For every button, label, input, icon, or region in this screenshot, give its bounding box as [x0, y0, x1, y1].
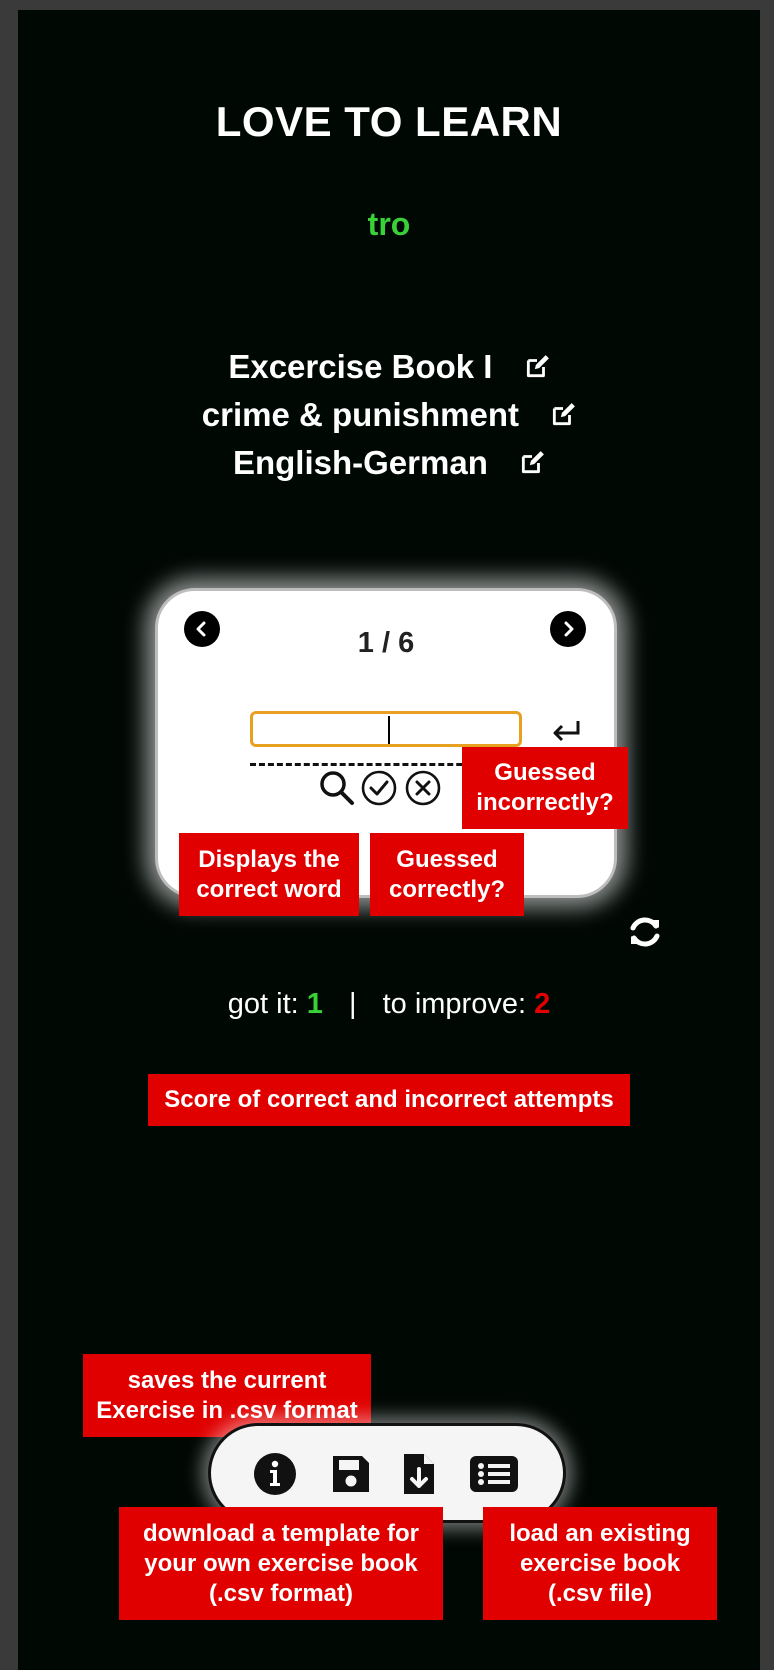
book-name-row: Excercise Book I	[18, 348, 760, 386]
tooltip-score: Score of correct and incorrect attempts	[148, 1074, 630, 1126]
file-download-icon[interactable]	[397, 1452, 441, 1496]
tooltip-displays-word: Displays the correct word	[179, 833, 359, 916]
tooltip-template: download a template for your own exercis…	[119, 1507, 443, 1620]
app-screen: LOVE TO LEARN tro Excercise Book I crime…	[18, 10, 760, 1670]
chevron-right-icon	[564, 621, 574, 637]
answer-input[interactable]	[250, 711, 522, 747]
score-separator: |	[348, 988, 357, 1020]
refresh-icon[interactable]	[625, 912, 665, 952]
edit-icon[interactable]	[524, 354, 550, 380]
info-icon[interactable]	[253, 1452, 297, 1496]
tooltip-guessed-incorrectly: Guessed incorrectly?	[462, 747, 628, 829]
improve-value: 2	[534, 988, 551, 1020]
edit-icon[interactable]	[519, 450, 545, 476]
book-topic: crime & punishment	[201, 396, 520, 433]
got-it-label: got it:	[227, 988, 299, 1020]
score-row: got it: 1 | to improve: 2	[18, 988, 760, 1021]
list-icon[interactable]	[469, 1452, 519, 1496]
enter-icon[interactable]	[550, 717, 582, 745]
x-circle-icon[interactable]	[404, 769, 442, 807]
edit-icon[interactable]	[550, 402, 576, 428]
page-title: LOVE TO LEARN	[215, 98, 563, 145]
tooltip-load: load an existing exercise book (.csv fil…	[483, 1507, 717, 1620]
got-it-value: 1	[306, 988, 323, 1020]
book-languages-row: English-German	[18, 444, 760, 482]
search-icon[interactable]	[318, 769, 356, 807]
card-counter: 1 / 6	[357, 627, 415, 659]
book-topic-row: crime & punishment	[18, 396, 760, 434]
save-icon[interactable]	[329, 1452, 373, 1496]
text-caret	[388, 716, 390, 744]
book-languages: English-German	[232, 444, 488, 481]
page-subtitle: tro	[367, 206, 411, 242]
book-name: Excercise Book I	[228, 348, 493, 385]
tooltip-guessed-correctly: Guessed correctly?	[370, 833, 524, 916]
improve-label: to improve:	[382, 988, 527, 1020]
next-button[interactable]	[550, 611, 586, 647]
check-circle-icon[interactable]	[360, 769, 398, 807]
